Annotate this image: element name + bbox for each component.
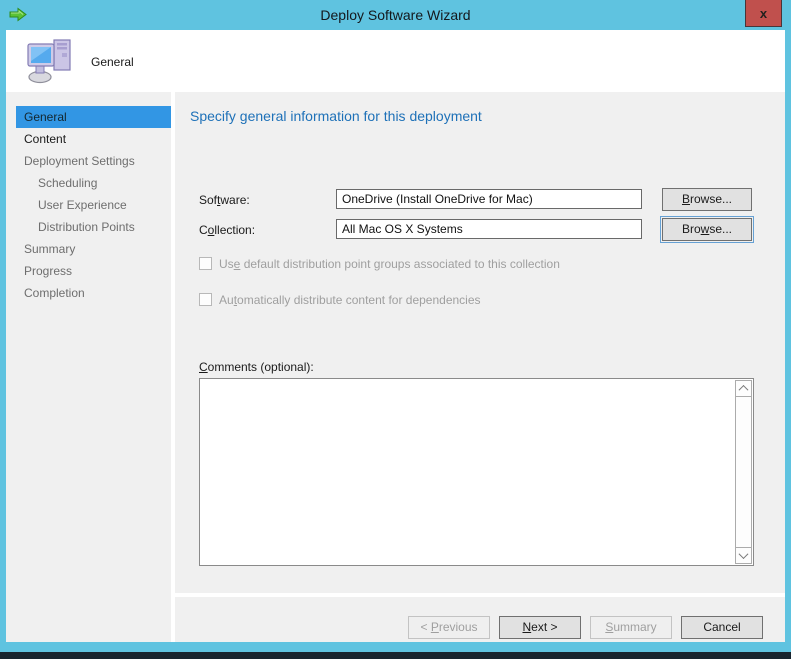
scrollbar-down-button[interactable] — [735, 547, 752, 564]
nav-item-user-experience[interactable]: User Experience — [16, 194, 171, 216]
software-browse-button[interactable]: Browse... — [662, 188, 752, 211]
previous-button[interactable]: < Previous — [408, 616, 490, 639]
comments-label: Comments (optional): — [199, 360, 314, 374]
deploy-software-wizard-window: Deploy Software Wizard x General General… — [0, 0, 791, 659]
collection-browse-button[interactable]: Browse... — [660, 216, 754, 243]
nav-item-distribution-points[interactable]: Distribution Points — [16, 216, 171, 238]
software-input[interactable]: OneDrive (Install OneDrive for Mac) — [336, 189, 642, 209]
window-title: Deploy Software Wizard — [320, 7, 471, 23]
wizard-header: General — [6, 30, 785, 92]
titlebar[interactable]: Deploy Software Wizard x — [0, 0, 791, 30]
page-heading: Specify general information for this dep… — [190, 108, 482, 124]
software-label: Software: — [199, 193, 250, 207]
comments-scrollbar[interactable] — [735, 380, 752, 564]
wizard-nav: General Content Deployment Settings Sche… — [6, 92, 171, 642]
summary-button[interactable]: Summary — [590, 616, 672, 639]
nav-item-deployment-settings[interactable]: Deployment Settings — [16, 150, 171, 172]
cancel-button[interactable]: Cancel — [681, 616, 763, 639]
nav-item-scheduling[interactable]: Scheduling — [16, 172, 171, 194]
nav-item-summary[interactable]: Summary — [16, 238, 171, 260]
scrollbar-thumb[interactable] — [735, 396, 752, 548]
next-button[interactable]: Next > — [499, 616, 581, 639]
nav-item-general[interactable]: General — [16, 106, 171, 128]
comments-textarea[interactable] — [199, 378, 754, 566]
nav-item-progress[interactable]: Progress — [16, 260, 171, 282]
scrollbar-up-icon — [738, 384, 749, 395]
dp-groups-checkbox[interactable] — [199, 257, 212, 270]
dp-groups-checkbox-label: Use default distribution point groups as… — [219, 257, 560, 271]
nav-item-completion[interactable]: Completion — [16, 282, 171, 304]
wizard-page-general: Specify general information for this dep… — [175, 92, 785, 593]
window-bottom-edge — [0, 652, 791, 659]
collection-label: Collection: — [199, 223, 256, 237]
computer-icon — [26, 37, 76, 88]
scrollbar-up-button[interactable] — [735, 380, 752, 397]
nav-item-content[interactable]: Content — [16, 128, 171, 150]
wizard-footer: < Previous Next > Summary Cancel — [175, 597, 785, 642]
close-button[interactable]: x — [745, 0, 782, 27]
scrollbar-down-icon — [738, 549, 749, 560]
close-icon: x — [759, 5, 768, 21]
auto-distribute-checkbox-label: Automatically distribute content for dep… — [219, 293, 481, 307]
auto-distribute-checkbox[interactable] — [199, 293, 212, 306]
header-page-title: General — [91, 55, 134, 69]
collection-input[interactable]: All Mac OS X Systems — [336, 219, 642, 239]
